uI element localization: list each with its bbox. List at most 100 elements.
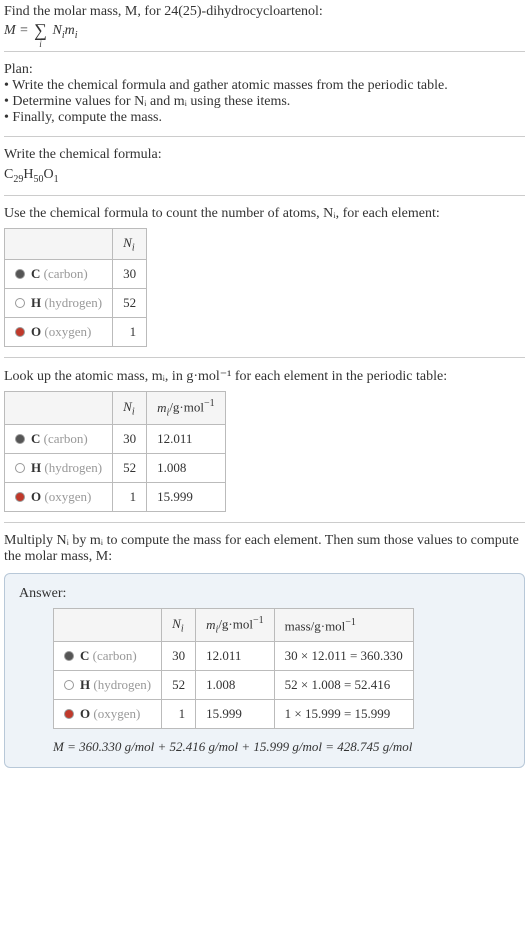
elem-name: (carbon) [44, 266, 88, 281]
elem-name: (hydrogen) [93, 677, 151, 692]
m-value: 12.011 [196, 642, 274, 671]
elem-symbol: O [80, 706, 90, 721]
intro-text: Find the molar mass, M, for 24(25)-dihyd… [4, 4, 323, 19]
plan-heading: Plan: [4, 62, 525, 78]
elem-name: (carbon) [44, 431, 88, 446]
elem-symbol: C [31, 431, 40, 446]
final-answer: M = 360.330 g/mol + 52.416 g/mol + 15.99… [53, 739, 510, 755]
calc-value: 52 × 1.008 = 52.416 [274, 671, 413, 700]
table-row: O (oxygen) 1 [5, 318, 147, 347]
swatch-icon [64, 680, 74, 690]
intro-section: Find the molar mass, M, for 24(25)-dihyd… [4, 4, 525, 41]
table-row: H (hydrogen) 52 1.008 52 × 1.008 = 52.41… [54, 671, 414, 700]
m-value: 1.008 [196, 671, 274, 700]
mass-header: mass/g·mol−1 [274, 609, 413, 642]
elem-name: (oxygen) [93, 706, 140, 721]
m-header: mi/g·mol−1 [147, 392, 225, 425]
m-value: 12.011 [147, 425, 225, 454]
table-row: O (oxygen) 1 15.999 [5, 483, 226, 512]
n-value: 30 [162, 642, 196, 671]
n-value: 52 [113, 454, 147, 483]
n-header: Ni [113, 392, 147, 425]
elem-name: (oxygen) [44, 489, 91, 504]
table-row: C (carbon) 30 12.011 30 × 12.011 = 360.3… [54, 642, 414, 671]
step-label: Use the chemical formula to count the nu… [4, 206, 525, 222]
element-cell: H (hydrogen) [5, 289, 113, 318]
elem-symbol: H [80, 677, 90, 692]
n-header: Ni [162, 609, 196, 642]
element-cell: O (oxygen) [5, 483, 113, 512]
elem-symbol: O [31, 324, 41, 339]
table-header-row: Ni [5, 228, 147, 260]
step-label: Write the chemical formula: [4, 147, 525, 163]
empty-header [54, 609, 162, 642]
element-cell: C (carbon) [5, 260, 113, 289]
table-row: C (carbon) 30 12.011 [5, 425, 226, 454]
empty-header [5, 228, 113, 260]
intro-line: Find the molar mass, M, for 24(25)-dihyd… [4, 4, 525, 41]
n-value: 1 [113, 318, 147, 347]
chemical-formula-section: Write the chemical formula: C29H50O1 [4, 147, 525, 185]
count-section: Use the chemical formula to count the nu… [4, 206, 525, 348]
divider [4, 522, 525, 523]
chemical-formula: C29H50O1 [4, 167, 525, 185]
elem-symbol: O [31, 489, 41, 504]
elem-name: (oxygen) [44, 324, 91, 339]
element-cell: C (carbon) [54, 642, 162, 671]
elem-name: (hydrogen) [44, 460, 102, 475]
answer-heading: Answer: [19, 586, 510, 602]
empty-header [5, 392, 113, 425]
plan-item: • Write the chemical formula and gather … [4, 78, 525, 94]
element-cell: C (carbon) [5, 425, 113, 454]
swatch-icon [15, 492, 25, 502]
element-cell: H (hydrogen) [54, 671, 162, 700]
count-table: Ni C (carbon) 30 H (hydrogen) 52 O (oxyg… [4, 228, 147, 348]
table-row: H (hydrogen) 52 1.008 [5, 454, 226, 483]
sub-c: 29 [13, 174, 23, 185]
swatch-icon [15, 463, 25, 473]
elem-symbol: C [80, 648, 89, 663]
plan-section: Plan: • Write the chemical formula and g… [4, 62, 525, 126]
mass-table: Ni mi/g·mol−1 C (carbon) 30 12.011 H (hy… [4, 391, 226, 512]
elem-symbol: H [31, 295, 41, 310]
element-cell: O (oxygen) [5, 318, 113, 347]
mass-section: Look up the atomic mass, mᵢ, in g·mol⁻¹ … [4, 368, 525, 512]
elem-name: (carbon) [93, 648, 137, 663]
swatch-icon [15, 327, 25, 337]
sub-h: 50 [33, 174, 43, 185]
sub-o: 1 [54, 174, 59, 185]
elem-c: C [4, 167, 13, 182]
n-value: 1 [113, 483, 147, 512]
swatch-icon [15, 298, 25, 308]
elem-symbol: H [31, 460, 41, 475]
element-cell: H (hydrogen) [5, 454, 113, 483]
elem-h: H [23, 167, 33, 182]
swatch-icon [15, 269, 25, 279]
table-row: C (carbon) 30 [5, 260, 147, 289]
n-value: 30 [113, 425, 147, 454]
m-value: 15.999 [147, 483, 225, 512]
n-value: 30 [113, 260, 147, 289]
step-label: Look up the atomic mass, mᵢ, in g·mol⁻¹ … [4, 368, 525, 385]
calc-value: 30 × 12.011 = 360.330 [274, 642, 413, 671]
table-row: H (hydrogen) 52 [5, 289, 147, 318]
swatch-icon [15, 434, 25, 444]
swatch-icon [64, 651, 74, 661]
n-value: 52 [113, 289, 147, 318]
answer-box: Answer: Ni mi/g·mol−1 mass/g·mol−1 C (ca… [4, 573, 525, 768]
plan-item: • Determine values for Nᵢ and mᵢ using t… [4, 94, 525, 110]
multiply-section: Multiply Nᵢ by mᵢ to compute the mass fo… [4, 533, 525, 565]
element-cell: O (oxygen) [54, 700, 162, 729]
m-value: 15.999 [196, 700, 274, 729]
n-value: 1 [162, 700, 196, 729]
divider [4, 357, 525, 358]
elem-name: (hydrogen) [44, 295, 102, 310]
n-value: 52 [162, 671, 196, 700]
plan-item: • Finally, compute the mass. [4, 110, 525, 126]
molar-mass-formula: M = ∑i Nimi [4, 23, 78, 38]
step-label: Multiply Nᵢ by mᵢ to compute the mass fo… [4, 533, 525, 565]
table-row: O (oxygen) 1 15.999 1 × 15.999 = 15.999 [54, 700, 414, 729]
n-header: Ni [113, 228, 147, 260]
swatch-icon [64, 709, 74, 719]
elem-o: O [43, 167, 53, 182]
